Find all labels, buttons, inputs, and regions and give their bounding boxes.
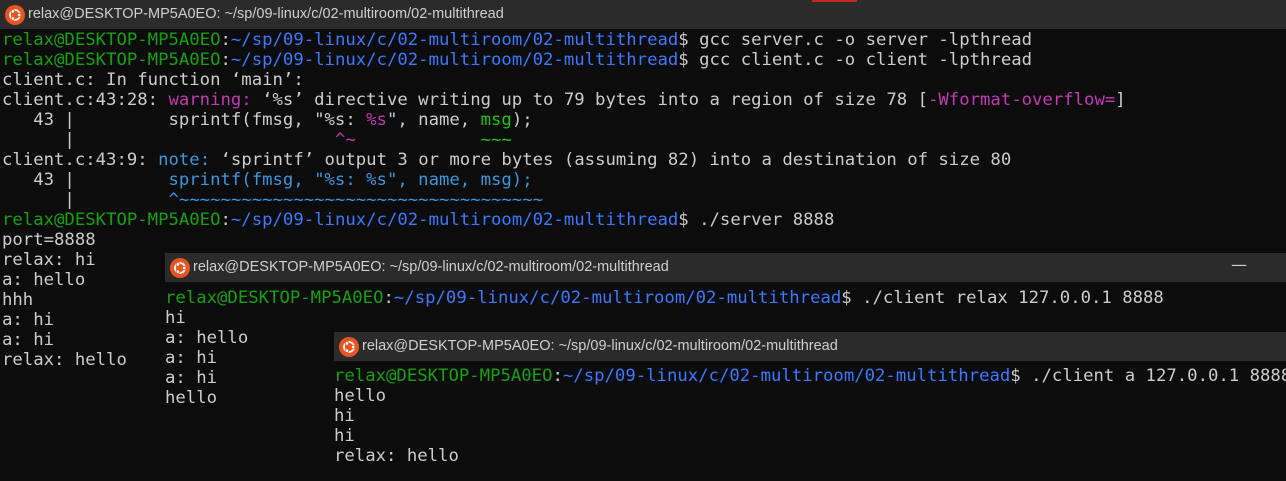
terminal-text: client.c: In function ‘main’: <box>2 70 304 90</box>
terminal-text: ‘%s’ directive writing up to 79 bytes in… <box>262 90 928 110</box>
terminal-output[interactable]: relax@DESKTOP-MP5A0EO:~/sp/09-linux/c/02… <box>334 366 1286 481</box>
terminal-line: client.c: In function ‘main’: <box>2 70 1286 90</box>
terminal-text: ); <box>511 110 533 130</box>
terminal-text: | <box>2 190 169 210</box>
title-bar[interactable]: relax@DESKTOP-MP5A0EO: ~/sp/09-linux/c/0… <box>165 253 1286 282</box>
terminal-text: 43 | <box>2 170 169 190</box>
terminal-text: port=8888 <box>2 230 96 250</box>
terminal-text: $ ./client relax 127.0.0.1 8888 <box>841 288 1164 308</box>
terminal-text: warning: <box>168 90 263 110</box>
terminal-text: ~/sp/09-linux/c/02-multiroom/02-multithr… <box>230 50 679 70</box>
terminal-text: a: hello <box>2 270 86 290</box>
terminal-text: sprintf(fmsg, "%s: %s", name, msg); <box>168 170 533 190</box>
terminal-text: relax@DESKTOP-MP5A0EO <box>2 30 221 50</box>
terminal-text: client.c:43:9: <box>2 150 159 170</box>
terminal-text: relax: hello <box>334 446 459 466</box>
terminal-text: hi <box>165 308 186 328</box>
terminal-line: relax@DESKTOP-MP5A0EO:~/sp/09-linux/c/02… <box>165 288 1286 308</box>
terminal-text: : <box>220 210 231 230</box>
terminal-text: ~/sp/09-linux/c/02-multiroom/02-multithr… <box>562 366 1011 386</box>
terminal-line: relax@DESKTOP-MP5A0EO:~/sp/09-linux/c/02… <box>2 50 1286 70</box>
terminal-text: hi <box>334 406 355 426</box>
minimize-icon[interactable]: — <box>1231 255 1247 274</box>
terminal-text: ", name, <box>386 110 481 130</box>
terminal-text: hello <box>165 388 218 408</box>
terminal-text: relax@DESKTOP-MP5A0EO <box>2 210 221 230</box>
terminal-text: $ ./server 8888 <box>678 210 835 230</box>
terminal-text: client.c:43:28: <box>2 90 169 110</box>
ubuntu-icon <box>5 5 25 25</box>
terminal-text: ‘sprintf’ output 3 or more bytes (assumi… <box>220 150 1012 170</box>
terminal-line: hi <box>334 406 1286 426</box>
terminal-text: : <box>220 30 231 50</box>
terminal-text: $ gcc server.c -o server -lpthread <box>678 30 1033 50</box>
terminal-text: relax: hi <box>2 250 96 270</box>
ubuntu-icon <box>339 337 359 357</box>
title-bar[interactable]: relax@DESKTOP-MP5A0EO: ~/sp/09-linux/c/0… <box>334 332 1286 361</box>
window-accent-bar <box>812 0 857 2</box>
terminal-text: msg <box>480 110 512 130</box>
terminal-text: hi <box>334 426 355 446</box>
terminal-text: hhh <box>2 290 34 310</box>
terminal-text: a: hi <box>165 368 218 388</box>
terminal-text: a: hello <box>165 328 249 348</box>
terminal-text: relax@DESKTOP-MP5A0EO <box>2 50 221 70</box>
terminal-text: ~~~ <box>480 130 512 150</box>
title-bar[interactable]: relax@DESKTOP-MP5A0EO: ~/sp/09-linux/c/0… <box>0 0 1286 29</box>
terminal-line: relax@DESKTOP-MP5A0EO:~/sp/09-linux/c/02… <box>2 210 1286 230</box>
terminal-text: | <box>2 130 335 150</box>
terminal-text: relax@DESKTOP-MP5A0EO <box>165 288 384 308</box>
terminal-text: %s <box>366 110 387 130</box>
terminal-text: : <box>383 288 394 308</box>
terminal-text: ^~~~~~~~~~~~~~~~~~~~~~~~~~~~~~~~~~~~ <box>168 190 544 210</box>
terminal-line: relax@DESKTOP-MP5A0EO:~/sp/09-linux/c/02… <box>334 366 1286 386</box>
terminal-text: $ ./client a 127.0.0.1 8888 <box>1010 366 1286 386</box>
terminal-line: 43 | sprintf(fmsg, "%s: %s", name, msg); <box>2 170 1286 190</box>
ubuntu-icon <box>170 258 190 278</box>
terminal-line: hi <box>165 308 1286 328</box>
terminal-text: ~/sp/09-linux/c/02-multiroom/02-multithr… <box>230 210 679 230</box>
terminal-text: ~/sp/09-linux/c/02-multiroom/02-multithr… <box>393 288 842 308</box>
terminal-line: relax@DESKTOP-MP5A0EO:~/sp/09-linux/c/02… <box>2 30 1286 50</box>
terminal-line: client.c:43:28: warning: ‘%s’ directive … <box>2 90 1286 110</box>
terminal-text: a: hi <box>2 330 55 350</box>
terminal-text: a: hi <box>165 348 218 368</box>
terminal-text: hello <box>334 386 387 406</box>
terminal-text: ] <box>1115 90 1126 110</box>
terminal-line: hi <box>334 426 1286 446</box>
terminal-line: relax: hello <box>334 446 1286 466</box>
terminal-text: note: <box>158 150 221 170</box>
terminal-line: | ^~~~~~~~~~~~~~~~~~~~~~~~~~~~~~~~~~~~ <box>2 190 1286 210</box>
terminal-text: 43 | sprintf(fmsg, "%s: <box>2 110 367 130</box>
terminal-text: a: hi <box>2 310 55 330</box>
terminal-text: $ gcc client.c -o client -lpthread <box>678 50 1033 70</box>
terminal-text: relax@DESKTOP-MP5A0EO <box>334 366 553 386</box>
terminal-text: : <box>552 366 563 386</box>
terminal-window-client-a[interactable]: relax@DESKTOP-MP5A0EO: ~/sp/09-linux/c/0… <box>334 332 1286 481</box>
terminal-text: : <box>220 50 231 70</box>
terminal-text: ^~ <box>334 130 356 150</box>
terminal-text: ~/sp/09-linux/c/02-multiroom/02-multithr… <box>230 30 679 50</box>
terminal-text: relax: hello <box>2 350 127 370</box>
terminal-line: client.c:43:9: note: ‘sprintf’ output 3 … <box>2 150 1286 170</box>
terminal-line: 43 | sprintf(fmsg, "%s: %s", name, msg); <box>2 110 1286 130</box>
window-title: relax@DESKTOP-MP5A0EO: ~/sp/09-linux/c/0… <box>193 259 669 275</box>
terminal-line: port=8888 <box>2 230 1286 250</box>
terminal-text: -Wformat-overflow= <box>927 90 1116 110</box>
window-title: relax@DESKTOP-MP5A0EO: ~/sp/09-linux/c/0… <box>362 338 838 354</box>
terminal-line: | ^~ ~~~ <box>2 130 1286 150</box>
terminal-line: hello <box>334 386 1286 406</box>
window-title: relax@DESKTOP-MP5A0EO: ~/sp/09-linux/c/0… <box>28 6 504 22</box>
